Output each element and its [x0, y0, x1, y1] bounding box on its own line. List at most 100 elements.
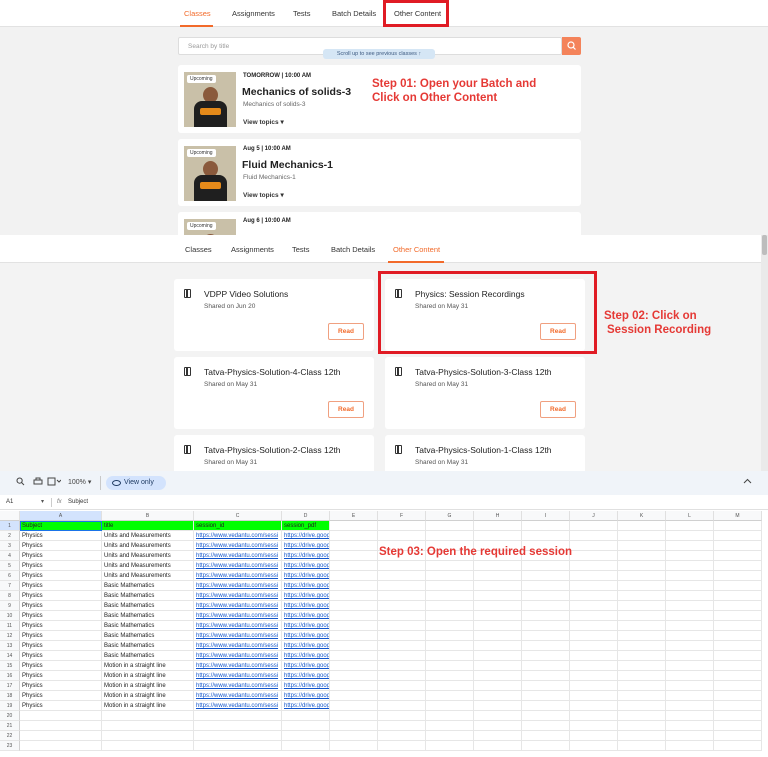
empty-cell[interactable]	[618, 741, 666, 751]
empty-cell[interactable]	[330, 651, 378, 661]
empty-cell[interactable]	[330, 571, 378, 581]
empty-cell[interactable]	[618, 681, 666, 691]
empty-cell[interactable]	[522, 521, 570, 531]
empty-cell[interactable]	[474, 621, 522, 631]
empty-cell[interactable]	[714, 631, 762, 641]
empty-cell[interactable]	[330, 631, 378, 641]
link-cell[interactable]: https://drive.goog	[282, 531, 330, 541]
link-cell[interactable]: https://www.vedantu.com/sessi	[194, 661, 282, 671]
empty-cell[interactable]	[522, 711, 570, 721]
view-only-button[interactable]: View only	[106, 476, 166, 490]
empty-cell[interactable]	[570, 551, 618, 561]
empty-cell[interactable]	[666, 681, 714, 691]
row-header[interactable]: 10	[0, 611, 20, 621]
row-header[interactable]: 15	[0, 661, 20, 671]
empty-cell[interactable]	[426, 711, 474, 721]
row-header[interactable]: 20	[0, 711, 20, 721]
data-cell[interactable]: Basic Mathematics	[102, 621, 194, 631]
empty-cell[interactable]	[714, 741, 762, 751]
empty-cell[interactable]	[426, 661, 474, 671]
empty-cell[interactable]	[714, 731, 762, 741]
empty-cell[interactable]	[618, 591, 666, 601]
empty-cell[interactable]	[666, 591, 714, 601]
empty-cell[interactable]	[330, 731, 378, 741]
link-cell[interactable]: https://www.vedantu.com/sessi	[194, 691, 282, 701]
row-header[interactable]: 7	[0, 581, 20, 591]
empty-cell[interactable]	[426, 671, 474, 681]
empty-cell[interactable]	[20, 721, 102, 731]
empty-cell[interactable]	[666, 701, 714, 711]
empty-cell[interactable]	[570, 561, 618, 571]
link-cell[interactable]: https://drive.goog	[282, 541, 330, 551]
link-cell[interactable]: https://www.vedantu.com/sessi	[194, 591, 282, 601]
empty-cell[interactable]	[330, 691, 378, 701]
empty-cell[interactable]	[378, 531, 426, 541]
row-header[interactable]: 8	[0, 591, 20, 601]
empty-cell[interactable]	[474, 681, 522, 691]
data-cell[interactable]: Physics	[20, 651, 102, 661]
empty-cell[interactable]	[330, 561, 378, 571]
row-header[interactable]: 17	[0, 681, 20, 691]
data-cell[interactable]: Physics	[20, 621, 102, 631]
data-cell[interactable]: Motion in a straight line	[102, 681, 194, 691]
empty-cell[interactable]	[474, 661, 522, 671]
content-card[interactable]: Tatva-Physics-Solution-4-Class 12th Shar…	[174, 357, 374, 429]
empty-cell[interactable]	[426, 611, 474, 621]
empty-cell[interactable]	[618, 521, 666, 531]
empty-cell[interactable]	[426, 691, 474, 701]
empty-cell[interactable]	[522, 741, 570, 751]
empty-cell[interactable]	[618, 671, 666, 681]
search-menus-icon[interactable]	[16, 477, 25, 488]
empty-cell[interactable]	[378, 581, 426, 591]
empty-cell[interactable]	[618, 721, 666, 731]
empty-cell[interactable]	[666, 621, 714, 631]
empty-cell[interactable]	[714, 531, 762, 541]
empty-cell[interactable]	[570, 631, 618, 641]
row-header[interactable]: 19	[0, 701, 20, 711]
empty-cell[interactable]	[618, 541, 666, 551]
empty-cell[interactable]	[378, 571, 426, 581]
empty-cell[interactable]	[378, 611, 426, 621]
empty-cell[interactable]	[522, 611, 570, 621]
data-cell[interactable]: Physics	[20, 691, 102, 701]
header-cell[interactable]: title	[102, 521, 194, 531]
empty-cell[interactable]	[522, 691, 570, 701]
link-cell[interactable]: https://www.vedantu.com/sessi	[194, 541, 282, 551]
empty-cell[interactable]	[522, 581, 570, 591]
empty-cell[interactable]	[666, 691, 714, 701]
row-header[interactable]: 3	[0, 541, 20, 551]
data-cell[interactable]: Units and Measurements	[102, 551, 194, 561]
data-cell[interactable]: Basic Mathematics	[102, 651, 194, 661]
tab-classes[interactable]: Classes	[185, 245, 212, 254]
row-header[interactable]: 23	[0, 741, 20, 751]
empty-cell[interactable]	[426, 561, 474, 571]
link-cell[interactable]: https://www.vedantu.com/sessi	[194, 551, 282, 561]
empty-cell[interactable]	[714, 641, 762, 651]
link-cell[interactable]: https://drive.goog	[282, 671, 330, 681]
empty-cell[interactable]	[330, 531, 378, 541]
row-header[interactable]: 5	[0, 561, 20, 571]
column-header-l[interactable]: L	[666, 511, 714, 521]
column-header-g[interactable]: G	[426, 511, 474, 521]
read-button[interactable]: Read	[328, 323, 364, 340]
empty-cell[interactable]	[522, 681, 570, 691]
empty-cell[interactable]	[426, 591, 474, 601]
empty-cell[interactable]	[714, 711, 762, 721]
empty-cell[interactable]	[522, 671, 570, 681]
empty-cell[interactable]	[570, 541, 618, 551]
empty-cell[interactable]	[618, 641, 666, 651]
empty-cell[interactable]	[522, 651, 570, 661]
empty-cell[interactable]	[570, 571, 618, 581]
empty-cell[interactable]	[330, 701, 378, 711]
empty-cell[interactable]	[666, 521, 714, 531]
data-cell[interactable]: Physics	[20, 611, 102, 621]
row-header[interactable]: 16	[0, 671, 20, 681]
empty-cell[interactable]	[426, 641, 474, 651]
link-cell[interactable]: https://www.vedantu.com/sessi	[194, 671, 282, 681]
empty-cell[interactable]	[570, 591, 618, 601]
empty-cell[interactable]	[666, 531, 714, 541]
column-header-f[interactable]: F	[378, 511, 426, 521]
link-cell[interactable]: https://www.vedantu.com/sessi	[194, 631, 282, 641]
name-box[interactable]: A1	[6, 499, 13, 505]
data-cell[interactable]: Physics	[20, 601, 102, 611]
